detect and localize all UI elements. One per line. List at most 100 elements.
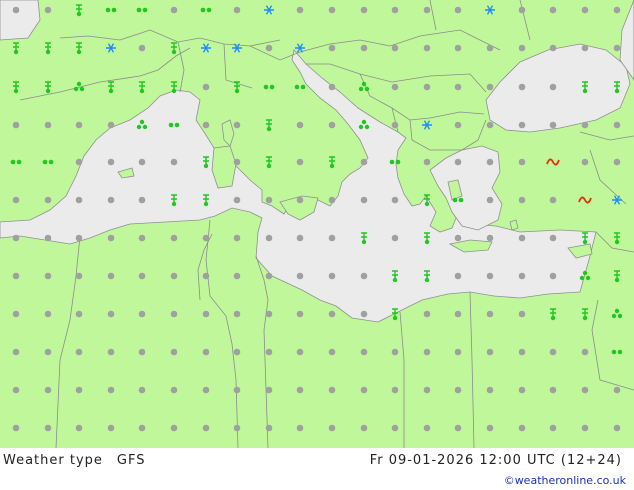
dry-dot-icon [518,44,526,52]
dry-dot-icon [170,234,178,242]
dry-dot-icon [518,158,526,166]
dry-dot-icon [138,234,146,242]
dry-dot-icon [518,386,526,394]
dry-dot-icon [549,348,557,356]
dry-dot-icon [233,158,241,166]
dry-dot-icon [454,348,462,356]
dry-dot-icon [138,196,146,204]
dry-dot-icon [391,6,399,14]
dry-dot-icon [296,158,304,166]
dry-dot-icon [44,424,52,432]
dry-dot-icon [581,6,589,14]
dry-dot-icon [518,83,526,91]
dry-dot-icon [328,424,336,432]
dry-dot-icon [328,6,336,14]
dry-dot-icon [328,44,336,52]
dry-dot-icon [202,272,210,280]
dry-dot-icon [454,158,462,166]
dry-dot-icon [138,348,146,356]
dry-dot-icon [233,348,241,356]
dry-dot-icon [202,310,210,318]
dry-dot-icon [233,121,241,129]
dry-dot-icon [391,83,399,91]
dry-dot-icon [138,310,146,318]
dry-dot-icon [613,158,621,166]
dry-dot-icon [296,234,304,242]
weather-map [0,0,634,448]
dry-dot-icon [518,234,526,242]
dry-dot-icon [265,424,273,432]
dry-dot-icon [296,121,304,129]
dry-dot-icon [549,44,557,52]
dry-dot-icon [486,121,494,129]
dry-dot-icon [296,6,304,14]
dry-dot-icon [391,424,399,432]
dry-dot-icon [518,121,526,129]
dry-dot-icon [486,272,494,280]
dry-dot-icon [486,424,494,432]
dry-dot-icon [613,44,621,52]
dry-dot-icon [265,44,273,52]
dry-dot-icon [138,386,146,394]
dry-dot-icon [549,121,557,129]
dry-dot-icon [265,310,273,318]
dry-dot-icon [44,6,52,14]
dry-dot-icon [549,196,557,204]
dry-dot-icon [328,121,336,129]
dry-dot-icon [202,234,210,242]
dry-dot-icon [75,386,83,394]
dry-dot-icon [265,348,273,356]
dry-dot-icon [518,424,526,432]
credit-link[interactable]: ©weatheronline.co.uk [504,474,626,487]
dry-dot-icon [486,310,494,318]
dry-dot-icon [360,6,368,14]
dry-dot-icon [233,386,241,394]
dry-dot-icon [360,310,368,318]
model-name: GFS [116,453,146,468]
dry-dot-icon [360,158,368,166]
dry-dot-icon [265,234,273,242]
dry-dot-icon [328,310,336,318]
dry-dot-icon [328,83,336,91]
dry-dot-icon [549,272,557,280]
dry-dot-icon [233,424,241,432]
dry-dot-icon [44,348,52,356]
dry-dot-icon [328,386,336,394]
dry-dot-icon [202,83,210,91]
dry-dot-icon [138,424,146,432]
dry-dot-icon [265,386,273,394]
dry-dot-icon [549,6,557,14]
dry-dot-icon [107,196,115,204]
dry-dot-icon [75,310,83,318]
dry-dot-icon [296,310,304,318]
dry-dot-icon [44,121,52,129]
dry-dot-icon [233,272,241,280]
dry-dot-icon [518,272,526,280]
dry-dot-icon [44,196,52,204]
dry-dot-icon [202,424,210,432]
dry-dot-icon [549,424,557,432]
footer: Weather type GFS Fr 09-01-2026 12:00 UTC … [0,448,634,490]
dry-dot-icon [454,44,462,52]
dry-dot-icon [549,234,557,242]
dry-dot-icon [75,272,83,280]
dry-dot-icon [328,272,336,280]
dry-dot-icon [423,386,431,394]
dry-dot-icon [170,348,178,356]
dry-dot-icon [296,386,304,394]
dry-dot-icon [613,386,621,394]
dry-dot-icon [581,348,589,356]
dry-dot-icon [265,196,273,204]
dry-dot-icon [486,196,494,204]
dry-dot-icon [360,196,368,204]
dry-dot-icon [454,272,462,280]
dry-dot-icon [391,386,399,394]
dry-dot-icon [12,196,20,204]
dry-dot-icon [107,310,115,318]
dry-dot-icon [613,121,621,129]
dry-dot-icon [12,121,20,129]
dry-dot-icon [486,44,494,52]
dry-dot-icon [454,83,462,91]
dry-dot-icon [391,234,399,242]
dry-dot-icon [391,44,399,52]
